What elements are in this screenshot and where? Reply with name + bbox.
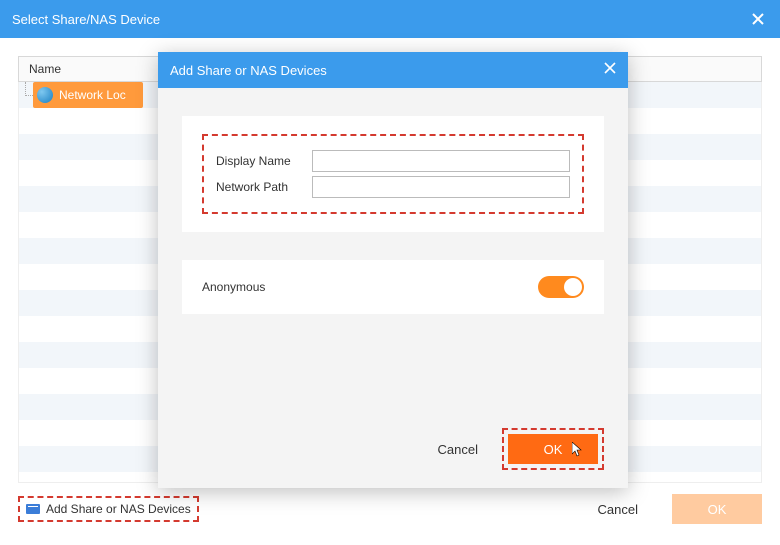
- outer-ok-button[interactable]: OK: [672, 494, 762, 524]
- modal-ok-button[interactable]: OK: [508, 434, 598, 464]
- tree-item-network-location[interactable]: Network Loc: [33, 82, 143, 108]
- tree-item-label: Network Loc: [59, 88, 126, 102]
- anonymous-toggle[interactable]: [538, 276, 584, 298]
- outer-footer: Add Share or NAS Devices Cancel OK: [18, 483, 762, 527]
- modal-footer: Cancel OK: [158, 414, 628, 488]
- anonymous-label: Anonymous: [202, 280, 538, 294]
- close-icon: [604, 62, 616, 74]
- display-name-row: Display Name: [216, 150, 570, 172]
- cursor-icon: [572, 442, 584, 458]
- form-card: Display Name Network Path: [182, 116, 604, 232]
- network-path-label: Network Path: [216, 180, 312, 194]
- outer-titlebar: Select Share/NAS Device: [0, 0, 780, 38]
- add-share-link[interactable]: Add Share or NAS Devices: [18, 496, 199, 522]
- modal-cancel-button[interactable]: Cancel: [430, 436, 486, 463]
- network-path-row: Network Path: [216, 176, 570, 198]
- modal-ok-label: OK: [544, 442, 563, 457]
- network-path-input[interactable]: [312, 176, 570, 198]
- add-share-link-label: Add Share or NAS Devices: [46, 502, 191, 516]
- display-name-input[interactable]: [312, 150, 570, 172]
- add-share-modal: Add Share or NAS Devices Display Name Ne…: [158, 52, 628, 488]
- display-name-label: Display Name: [216, 154, 312, 168]
- modal-body: Display Name Network Path Anonymous: [158, 88, 628, 414]
- form-highlight: Display Name Network Path: [202, 134, 584, 214]
- modal-title: Add Share or NAS Devices: [170, 63, 604, 78]
- globe-icon: [37, 87, 53, 103]
- anonymous-card: Anonymous: [182, 260, 604, 314]
- outer-close-button[interactable]: [748, 9, 768, 29]
- close-icon: [751, 12, 765, 26]
- modal-titlebar: Add Share or NAS Devices: [158, 52, 628, 88]
- outer-cancel-button[interactable]: Cancel: [576, 494, 660, 524]
- modal-close-button[interactable]: [604, 61, 616, 79]
- outer-window-title: Select Share/NAS Device: [12, 12, 748, 27]
- ok-highlight: OK: [502, 428, 604, 470]
- nas-icon: [26, 504, 40, 514]
